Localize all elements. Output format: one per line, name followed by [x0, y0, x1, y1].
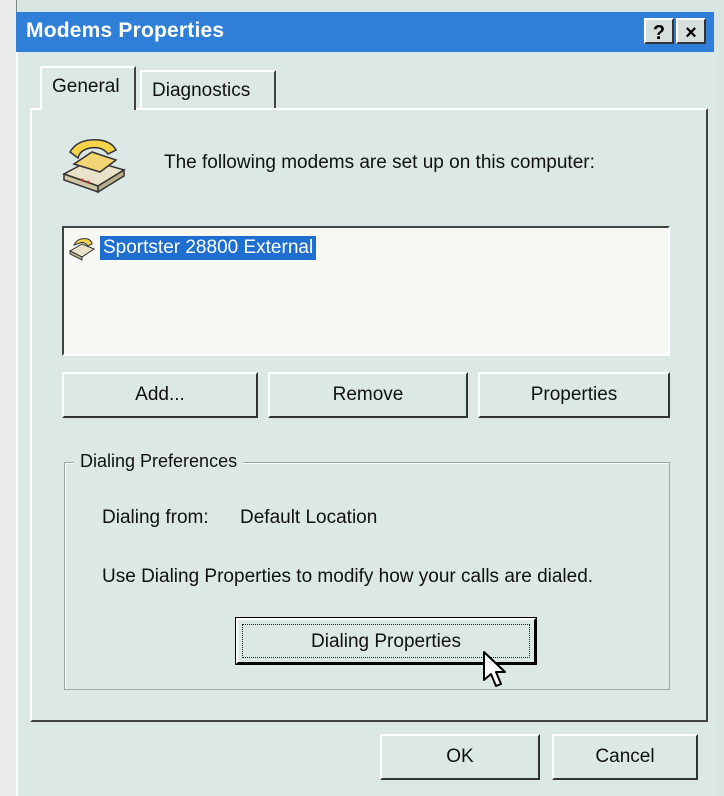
dialing-from-label: Dialing from: [102, 507, 209, 528]
tab-diagnostics[interactable]: Diagnostics [140, 70, 276, 108]
remove-button[interactable]: Remove [268, 372, 468, 418]
group-title: Dialing Preferences [74, 451, 244, 472]
dialing-from-value: Default Location [240, 507, 378, 528]
ok-button[interactable]: OK [380, 734, 540, 780]
close-button[interactable]: × [676, 18, 706, 44]
modem-list[interactable]: Sportster 28800 External [62, 226, 670, 356]
mouse-cursor-icon [483, 651, 506, 687]
dialing-description: Use Dialing Properties to modify how you… [102, 566, 594, 587]
help-button[interactable]: ? [644, 18, 674, 44]
background-window-edge [0, 0, 17, 796]
intro-text: The following modems are set up on this … [164, 152, 595, 173]
modem-item-label: Sportster 28800 External [100, 236, 317, 260]
add-button[interactable]: Add... [62, 372, 258, 418]
properties-button[interactable]: Properties [478, 372, 670, 418]
title-bar[interactable]: Modems Properties ? × [16, 12, 714, 52]
window-title: Modems Properties [26, 19, 225, 42]
tab-general[interactable]: General [40, 66, 136, 110]
list-item[interactable]: Sportster 28800 External [68, 234, 317, 262]
modems-properties-dialog: Modems Properties ? × General Diagnostic… [0, 0, 724, 796]
telephone-modem-icon [62, 139, 126, 194]
modem-icon [68, 238, 96, 261]
cancel-button[interactable]: Cancel [552, 734, 698, 780]
